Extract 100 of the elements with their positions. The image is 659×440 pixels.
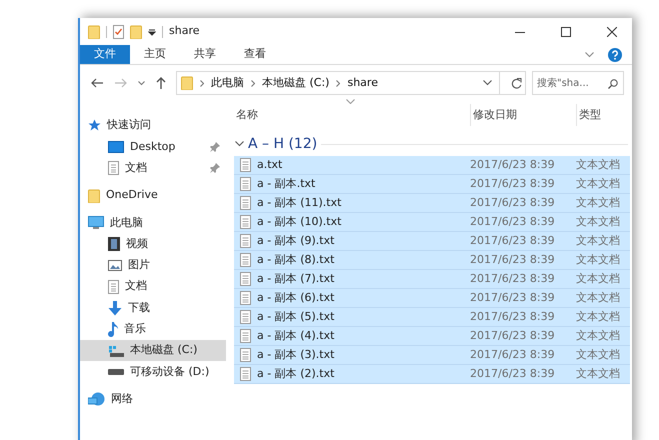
nav-item[interactable]: 此电脑 (80, 212, 226, 234)
column-header[interactable]: 类型 (576, 104, 632, 126)
nav-item[interactable]: 音乐 (80, 318, 226, 340)
folder-icon (130, 24, 142, 38)
chevron-right-icon (200, 80, 204, 86)
computer-icon (88, 216, 104, 230)
properties-icon (113, 24, 124, 38)
modified-date: 2017/6/23 8:39 (470, 270, 556, 287)
help-icon (608, 48, 622, 62)
file-row[interactable]: a - 副本 (2).txt 2017/6/23 8:39 文本文档 (234, 365, 630, 384)
file-name: a - 副本 (7).txt (257, 270, 334, 287)
modified-date: 2017/6/23 8:39 (470, 194, 556, 211)
file-name: a - 副本 (6).txt (257, 290, 334, 306)
text-file-icon (240, 348, 251, 362)
file-row[interactable]: a - 副本 (11).txt 2017/6/23 8:39 文本文档 (234, 194, 630, 213)
nav-item[interactable]: Desktop (80, 136, 226, 158)
text-file-icon (240, 291, 251, 305)
search-field[interactable]: 搜索"sha... (532, 71, 624, 95)
folder-icon (88, 24, 100, 38)
file-row[interactable]: a.txt 2017/6/23 8:39 文本文档 (234, 156, 630, 175)
file-name: a - 副本 (10).txt (257, 214, 342, 230)
text-file-icon (240, 158, 251, 172)
modified-date: 2017/6/23 8:39 (470, 346, 556, 363)
ribbon-tab[interactable]: 主页 (130, 45, 180, 64)
file-row[interactable]: a - 副本 (5).txt 2017/6/23 8:39 文本文档 (234, 308, 630, 327)
ribbon-tab[interactable]: 共享 (180, 45, 230, 64)
text-file-icon (240, 234, 251, 248)
forward-arrow-icon (115, 78, 127, 88)
nav-item[interactable]: 图片 (80, 254, 226, 276)
text-file-icon (240, 367, 251, 381)
chevron-right-icon (251, 80, 255, 86)
film-icon (108, 237, 120, 252)
file-type: 文本文档 (576, 290, 620, 306)
file-row[interactable]: a - 副本 (6).txt 2017/6/23 8:39 文本文档 (234, 289, 630, 308)
document-icon (108, 280, 119, 294)
modified-date: 2017/6/23 8:39 (470, 176, 556, 192)
file-name: a - 副本.txt (257, 176, 316, 192)
text-file-icon (240, 196, 251, 210)
ribbon-tab[interactable]: 文件 (80, 45, 130, 64)
breadcrumb-item[interactable]: 本地磁盘 (C:) (262, 74, 330, 92)
text-file-icon (240, 253, 251, 267)
file-name: a.txt (257, 156, 282, 173)
file-name: a - 副本 (5).txt (257, 308, 334, 325)
network-icon (88, 392, 105, 406)
modified-date: 2017/6/23 8:39 (470, 252, 556, 268)
drive-icon (108, 344, 124, 357)
chevron-right-icon (336, 80, 340, 86)
close-icon (607, 26, 617, 36)
drive-icon (108, 368, 124, 375)
nav-item[interactable]: OneDrive (80, 184, 226, 206)
file-type: 文本文档 (576, 194, 620, 211)
address-bar[interactable]: 此电脑 本地磁盘 (C:) share (176, 71, 526, 95)
folder-icon (181, 76, 193, 90)
nav-item[interactable]: 下载 (80, 297, 226, 319)
modified-date: 2017/6/23 8:39 (470, 308, 556, 325)
nav-item[interactable]: 文档 (80, 276, 226, 298)
text-file-icon (240, 215, 251, 229)
refresh-icon (510, 78, 522, 88)
file-row[interactable]: a - 副本 (3).txt 2017/6/23 8:39 文本文档 (234, 346, 630, 365)
star-icon (88, 119, 101, 132)
breadcrumb-item[interactable]: share (347, 74, 378, 92)
nav-item[interactable]: 网络 (80, 388, 226, 410)
nav-item[interactable]: 可移动设备 (D:) (80, 361, 226, 383)
file-row[interactable]: a - 副本 (9).txt 2017/6/23 8:39 文本文档 (234, 232, 630, 251)
file-name: a - 副本 (8).txt (257, 252, 334, 268)
file-name: a - 副本 (3).txt (257, 346, 334, 363)
modified-date: 2017/6/23 8:39 (470, 156, 556, 173)
document-icon (108, 161, 119, 176)
column-header[interactable]: 修改日期 (470, 104, 576, 126)
file-row[interactable]: a - 副本.txt 2017/6/23 8:39 文本文档 (234, 175, 630, 194)
nav-item[interactable]: 文档 (80, 158, 226, 179)
monitor-icon (108, 140, 124, 153)
ribbon-tab[interactable]: 查看 (230, 45, 280, 64)
dropdown-icon (148, 28, 156, 36)
nav-item[interactable]: 视频 (80, 233, 226, 255)
nav-item[interactable]: 快速访问 (80, 115, 226, 136)
chevron-down-icon (138, 80, 144, 86)
file-row[interactable]: a - 副本 (7).txt 2017/6/23 8:39 文本文档 (234, 270, 630, 289)
file-name: a - 副本 (11).txt (257, 194, 342, 211)
modified-date: 2017/6/23 8:39 (470, 232, 556, 249)
file-row[interactable]: a - 副本 (10).txt 2017/6/23 8:39 文本文档 (234, 213, 630, 232)
modified-date: 2017/6/23 8:39 (470, 290, 556, 306)
search-icon (608, 79, 618, 89)
nav-item[interactable]: 本地磁盘 (C:) (80, 340, 226, 362)
maximize-icon (561, 26, 571, 36)
text-file-icon (240, 272, 251, 286)
column-header[interactable]: 名称 (234, 104, 470, 126)
back-arrow-icon (91, 78, 103, 88)
image-icon (108, 260, 122, 271)
file-type: 文本文档 (576, 232, 620, 249)
file-type: 文本文档 (576, 156, 620, 173)
file-type: 文本文档 (576, 346, 620, 363)
modified-date: 2017/6/23 8:39 (470, 328, 556, 344)
breadcrumb-item[interactable]: 此电脑 (211, 74, 244, 92)
file-row[interactable]: a - 副本 (4).txt 2017/6/23 8:39 文本文档 (234, 327, 630, 346)
file-row[interactable]: a - 副本 (8).txt 2017/6/23 8:39 文本文档 (234, 251, 630, 270)
group-header: A – H (12) (248, 134, 318, 154)
sort-indicator-icon (346, 99, 355, 104)
file-type: 文本文档 (576, 214, 620, 230)
file-type: 文本文档 (576, 308, 620, 325)
